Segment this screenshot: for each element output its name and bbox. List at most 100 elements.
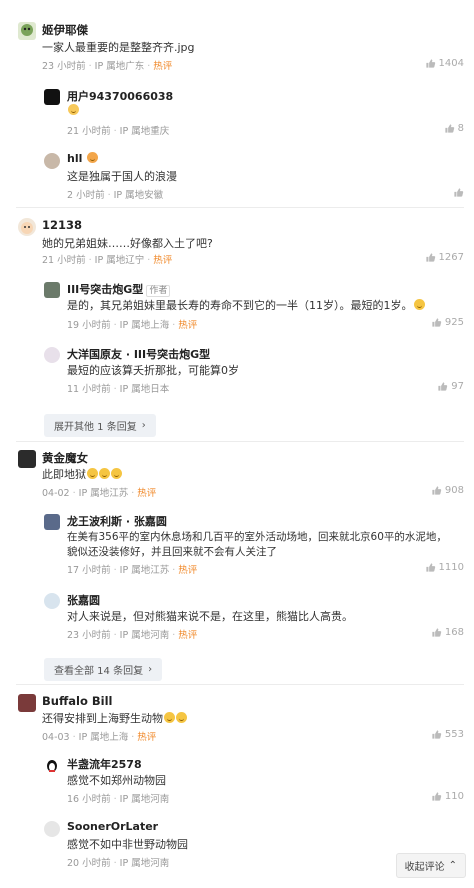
thumb-up-icon — [431, 627, 442, 638]
thumb-up-icon — [444, 123, 455, 134]
comment-meta: 04-03 · IP 属地上海 · 热评 — [42, 732, 157, 743]
reply-location: IP 属地日本 — [119, 384, 170, 395]
comment-author[interactable]: 姬伊耶傑 — [42, 22, 88, 38]
avatar[interactable] — [44, 514, 60, 530]
avatar[interactable] — [44, 347, 60, 363]
like-count: 97 — [451, 381, 464, 392]
reply-author[interactable]: 大洋国原友 · III号突击炮G型 — [67, 346, 210, 362]
reply-location: IP 属地安徽 — [113, 190, 164, 201]
view-all-replies-button[interactable]: 查看全部 14 条回复 › — [44, 658, 163, 681]
like-button[interactable]: 8 — [444, 123, 464, 134]
like-count: 908 — [444, 485, 464, 496]
hot-badge: 热评 — [153, 61, 173, 72]
comment-author[interactable]: Buffalo Bill — [42, 694, 112, 708]
like-button[interactable]: 925 — [431, 317, 464, 328]
like-button[interactable]: 1404 — [425, 58, 464, 69]
reply-author[interactable]: 用户94370066038 — [67, 88, 173, 104]
reply-author[interactable]: 半盏流年2578 — [67, 756, 142, 772]
smile-emoji-icon — [111, 468, 122, 479]
like-button[interactable]: 110 — [431, 791, 464, 802]
reply-text: 感觉不如郑州动物园 — [67, 774, 166, 787]
avatar[interactable] — [44, 89, 60, 105]
hot-badge: 热评 — [178, 320, 198, 331]
like-count: 8 — [457, 123, 464, 134]
hot-badge: 热评 — [137, 488, 157, 499]
reply-meta: 11 小时前 · IP 属地日本 — [67, 384, 170, 395]
reply-author[interactable]: SoonerOrLater — [67, 820, 158, 833]
like-button[interactable]: 908 — [431, 485, 464, 496]
reply-author[interactable]: III号突击炮G型 作者 — [67, 281, 171, 297]
reply-text — [67, 104, 79, 117]
comment-location: IP 属地辽宁 — [94, 255, 145, 266]
like-count: 1404 — [438, 58, 464, 69]
like-button[interactable]: 553 — [431, 729, 464, 740]
reply-time: 11 小时前 — [67, 384, 111, 395]
reply-text: 感觉不如中非世野动物园 — [67, 838, 188, 851]
avatar[interactable] — [18, 694, 36, 712]
avatar[interactable] — [18, 22, 36, 40]
thumb-up-icon — [437, 381, 448, 392]
like-button[interactable]: 1267 — [425, 252, 464, 263]
comment-time: 04-02 — [42, 488, 70, 499]
comment-text: 此即地狱 — [42, 466, 122, 482]
expand-replies-button[interactable]: 展开其他 1 条回复 › — [44, 414, 156, 437]
hot-badge: 热评 — [178, 565, 198, 576]
level-badge-icon — [87, 152, 99, 163]
reply-time: 16 小时前 — [67, 794, 111, 805]
like-button[interactable]: 168 — [431, 627, 464, 638]
reply-author[interactable]: 张嘉圆 — [67, 592, 100, 608]
reply-text: 是的，其兄弟姐妹里最长寿的寿命不到它的一半（11岁）。最短的1岁。 — [67, 297, 425, 313]
chevron-right-icon: › — [148, 664, 153, 675]
smile-emoji-icon — [99, 468, 110, 479]
avatar[interactable] — [44, 153, 60, 169]
thumb-up-icon — [425, 58, 436, 69]
reply-meta: 23 小时前 · IP 属地河南 · 热评 — [67, 630, 198, 641]
avatar[interactable] — [44, 593, 60, 609]
comment-meta: 21 小时前 · IP 属地辽宁 · 热评 — [42, 255, 173, 266]
thumb-up-icon — [431, 729, 442, 740]
grin-emoji-icon — [176, 712, 187, 723]
thumb-up-icon — [425, 252, 436, 263]
emoji-icon — [68, 104, 79, 115]
comment-text: 还得安排到上海野生动物 — [42, 710, 187, 726]
avatar[interactable] — [44, 282, 60, 298]
thumb-up-icon — [425, 562, 436, 573]
reply-author[interactable]: hll — [67, 152, 99, 165]
comment-meta: 23 小时前 · IP 属地广东 · 热评 — [42, 61, 173, 72]
avatar[interactable] — [18, 218, 36, 236]
like-button[interactable]: 1110 — [425, 562, 464, 573]
comment-author[interactable]: 12138 — [42, 218, 82, 232]
hot-badge: 热评 — [178, 630, 198, 641]
sweat-emoji-icon — [413, 299, 425, 310]
reply-time: 2 小时前 — [67, 190, 105, 201]
thumb-up-icon — [431, 791, 442, 802]
comment-author[interactable]: 黄金魔女 — [42, 450, 88, 466]
avatar[interactable] — [44, 757, 60, 773]
hot-badge: 热评 — [153, 255, 173, 266]
like-count: 110 — [444, 791, 464, 802]
reply-text: 这是独属于国人的浪漫 — [67, 170, 177, 183]
reply-text: 在美有356平的室内休息场和几百平的室外活动场地，回来就北京60平的水泥地， — [67, 531, 447, 543]
thumb-up-icon — [431, 317, 442, 328]
smile-emoji-icon — [87, 468, 98, 479]
reply-location: IP 属地河南 — [119, 630, 170, 641]
like-count: 925 — [444, 317, 464, 328]
reply-text-line2: 貌似还没装修好，并且回来就不会有人关注了 — [67, 546, 277, 558]
reply-meta: 2 小时前 · IP 属地安徽 — [67, 190, 164, 201]
divider — [16, 441, 464, 442]
comment: 姬伊耶傑 一家人最重要的是整整齐齐.jpg 23 小时前 · IP 属地广东 · 热评 … — [0, 0, 474, 210]
divider — [16, 207, 464, 208]
collapse-comments-button[interactable]: 收起评论 ⌃ — [395, 853, 466, 878]
like-button[interactable] — [453, 187, 464, 198]
comment-text: 一家人最重要的是整整齐齐.jpg — [42, 41, 195, 54]
thumb-up-icon — [431, 485, 442, 496]
comment-location: IP 属地上海 — [78, 732, 129, 743]
reply-author[interactable]: 龙王波利斯 · 张嘉圆 — [67, 513, 167, 529]
like-button[interactable]: 97 — [437, 381, 464, 392]
avatar[interactable] — [44, 821, 60, 837]
reply-meta: 17 小时前 · IP 属地江苏 · 热评 — [67, 565, 198, 576]
comment-text: 她的兄弟姐妹……好像都入土了吧? — [42, 237, 213, 250]
avatar[interactable] — [18, 450, 36, 468]
comment-time: 21 小时前 — [42, 255, 86, 266]
reply-time: 23 小时前 — [67, 630, 111, 641]
